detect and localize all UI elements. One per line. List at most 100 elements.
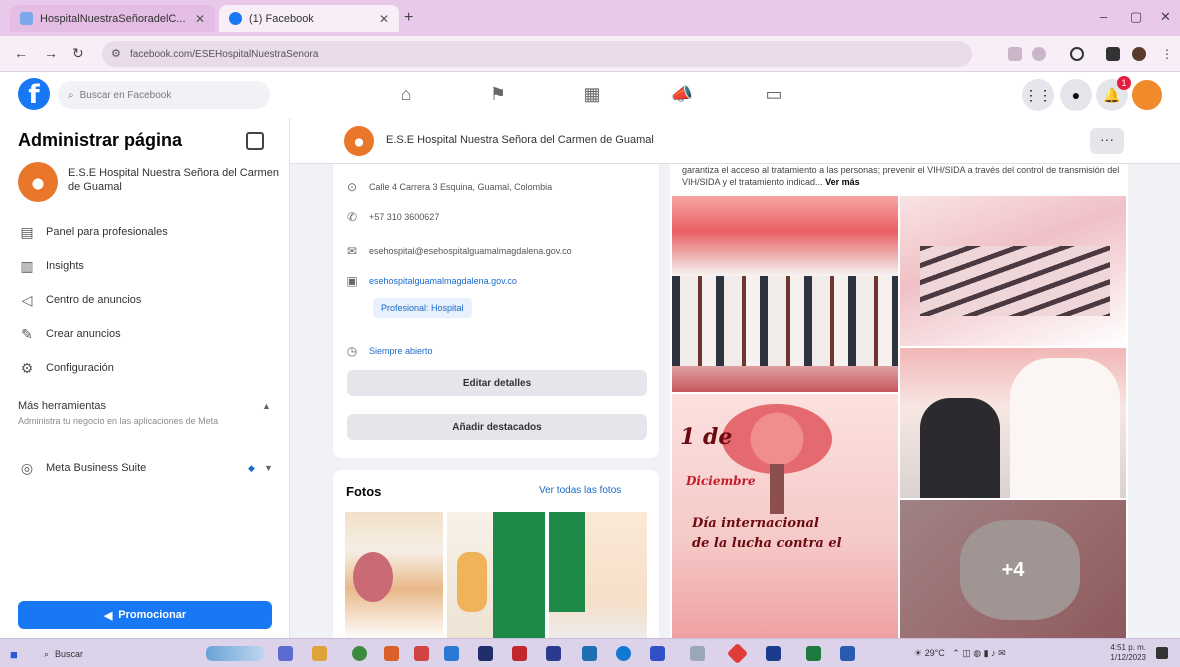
page-avatar[interactable] <box>344 126 374 156</box>
sidebar-item-professional-dashboard[interactable]: ▤ Panel para profesionales <box>18 218 273 246</box>
facebook-top-bar: f ⌕ Buscar en Facebook ⌂ ⚑ ▦ 📣 ▭ ⋮⋮ ● 🔔 … <box>0 72 1180 118</box>
post-photo-poster[interactable]: 1 de Diciembre Día internacional de la l… <box>672 394 898 640</box>
photo-thumbnail[interactable] <box>549 512 647 640</box>
address-bar[interactable]: ⚙ facebook.com/ESEHospitalNuestraSenora <box>102 41 972 67</box>
app-icon[interactable] <box>384 646 399 661</box>
post-photo-table[interactable] <box>900 196 1126 346</box>
windows-start-icon[interactable]: ■ <box>10 647 18 662</box>
messenger-icon[interactable]: ● <box>1060 79 1092 111</box>
search-placeholder: Buscar en Facebook <box>79 89 172 101</box>
back-arrow-icon[interactable]: ← <box>14 45 28 61</box>
category-tag[interactable]: Profesional: Hospital <box>373 298 472 318</box>
app-icon[interactable] <box>690 646 705 661</box>
system-tray[interactable]: ☀ 29°C ⌃ ◫ ◍ ▮ ♪ ✉ <box>914 648 1006 659</box>
sidebar-icon[interactable] <box>1106 47 1120 61</box>
post-photo-vaccination[interactable] <box>900 348 1126 498</box>
app-icon[interactable] <box>512 646 527 661</box>
extensions-icon[interactable] <box>1070 47 1084 61</box>
site-info-icon[interactable]: ⚙ <box>111 47 121 60</box>
flag-icon[interactable]: ⚑ <box>486 82 510 106</box>
tab-title: HospitalNuestraSeñoradelC... <box>40 12 186 25</box>
collapse-sidebar-icon[interactable] <box>246 132 264 150</box>
new-tab-button[interactable]: + <box>404 9 413 27</box>
more-tools-heading[interactable]: Más herramientas <box>18 400 106 412</box>
excel-icon[interactable] <box>806 646 821 661</box>
sidebar-item-label: Insights <box>46 260 84 272</box>
sidebar-item-settings[interactable]: ⚙ Configuración <box>18 354 273 382</box>
task-view-icon[interactable] <box>278 646 293 661</box>
notifications-bell-icon[interactable]: 🔔 1 <box>1096 76 1131 111</box>
sidebar-item-create-ads[interactable]: ✎ Crear anuncios <box>18 320 273 348</box>
add-featured-button[interactable]: Añadir destacados <box>347 414 647 440</box>
sidebar-title: Administrar página <box>18 130 183 150</box>
reload-icon[interactable]: ↻ <box>72 45 84 62</box>
taskbar-search[interactable]: ⌕ Buscar <box>44 645 194 663</box>
see-more-link[interactable]: Ver más <box>825 177 860 187</box>
post-photo-more[interactable]: +4 <box>900 500 1126 640</box>
minimize-button[interactable]: – <box>1100 9 1107 24</box>
photo-thumbnail[interactable] <box>345 512 443 640</box>
chevron-up-icon[interactable]: ▲ <box>262 401 271 411</box>
website-link[interactable]: esehospitalguamalmagdalena.gov.co <box>369 276 517 286</box>
more-options-button[interactable]: ··· <box>1090 128 1124 154</box>
app-icon[interactable] <box>766 646 781 661</box>
file-explorer-icon[interactable] <box>312 646 327 661</box>
translate-icon[interactable] <box>1008 47 1022 61</box>
browser-profile-icon[interactable] <box>1132 47 1146 61</box>
app-icon[interactable] <box>546 646 561 661</box>
more-photos-overlay[interactable]: +4 <box>900 500 1126 640</box>
facebook-search-input[interactable]: ⌕ Buscar en Facebook <box>58 81 270 109</box>
app-icon[interactable] <box>414 646 429 661</box>
word-icon[interactable] <box>840 646 855 661</box>
megaphone-icon: ◁ <box>21 291 33 308</box>
page-name[interactable]: E.S.E Hospital Nuestra Señora del Carmen… <box>386 134 654 146</box>
app-icon[interactable] <box>650 646 665 661</box>
external-link-icon[interactable]: ◆ <box>248 463 255 474</box>
maximize-button[interactable]: ▢ <box>1130 9 1142 25</box>
menu-grid-icon[interactable]: ⋮⋮ <box>1022 79 1054 111</box>
weather-icon: ☀ <box>914 648 923 658</box>
address-text: Calle 4 Carrera 3 Esquina, Guamal, Colom… <box>369 182 553 192</box>
home-icon[interactable]: ⌂ <box>394 82 418 106</box>
edge-icon[interactable] <box>616 646 631 661</box>
sidebar-page-switcher[interactable]: E.S.E Hospital Nuestra Señora del Carmen… <box>18 162 280 202</box>
promote-button[interactable]: ◀ Promocionar <box>18 601 272 629</box>
post-photo-group[interactable] <box>672 196 898 392</box>
chrome-icon[interactable] <box>352 646 367 661</box>
taskbar-clock[interactable]: 4:51 p. m. 1/12/2023 <box>1098 643 1146 663</box>
marketplace-icon[interactable]: ▦ <box>580 82 604 106</box>
sidebar-item-label: Configuración <box>46 362 114 374</box>
widget-icon[interactable] <box>206 646 264 661</box>
chevron-down-icon[interactable]: ▼ <box>264 463 273 473</box>
photo-nurse <box>1010 358 1120 498</box>
photo-thumbnail[interactable] <box>447 512 545 640</box>
hours-row[interactable]: ◷ Siempre abierto <box>345 344 433 358</box>
app-icon[interactable] <box>478 646 493 661</box>
browser-tab[interactable]: HospitalNuestraSeñoradelC... ✕ <box>10 5 215 32</box>
edit-details-button[interactable]: Editar detalles <box>347 370 647 396</box>
close-window-button[interactable]: ✕ <box>1160 9 1171 25</box>
app-icon[interactable] <box>726 642 749 665</box>
photo-poster-band <box>493 512 545 640</box>
watch-video-icon[interactable]: ▭ <box>762 82 786 106</box>
browser-tab-active[interactable]: (1) Facebook ✕ <box>219 5 399 32</box>
profile-avatar[interactable] <box>1130 78 1164 112</box>
sidebar-item-insights[interactable]: ▥ Insights <box>18 252 273 280</box>
close-tab-icon[interactable]: ✕ <box>195 12 205 26</box>
sidebar-item-meta-business-suite[interactable]: ◎ Meta Business Suite <box>18 454 273 482</box>
forward-arrow-icon[interactable]: → <box>44 45 58 61</box>
notification-center-icon[interactable] <box>1156 647 1168 659</box>
sidebar-item-ad-center[interactable]: ◁ Centro de anuncios <box>18 286 273 314</box>
weather-text: 29°C <box>924 648 945 658</box>
email-text[interactable]: esehospital@esehospitalguamalmagdalena.g… <box>369 246 572 256</box>
dashboard-icon: ▤ <box>20 223 34 240</box>
megaphone-icon[interactable]: 📣 <box>670 82 694 106</box>
app-icon[interactable] <box>444 646 459 661</box>
app-icon[interactable] <box>582 646 597 661</box>
facebook-logo-icon[interactable]: f <box>18 78 50 110</box>
browser-menu-icon[interactable]: ⋮ <box>1160 47 1174 61</box>
bookmark-star-icon[interactable] <box>1032 47 1046 61</box>
close-tab-icon[interactable]: ✕ <box>379 12 389 26</box>
see-all-photos-link[interactable]: Ver todas las fotos <box>539 485 621 496</box>
poster-title: Día internacional <box>692 516 819 531</box>
